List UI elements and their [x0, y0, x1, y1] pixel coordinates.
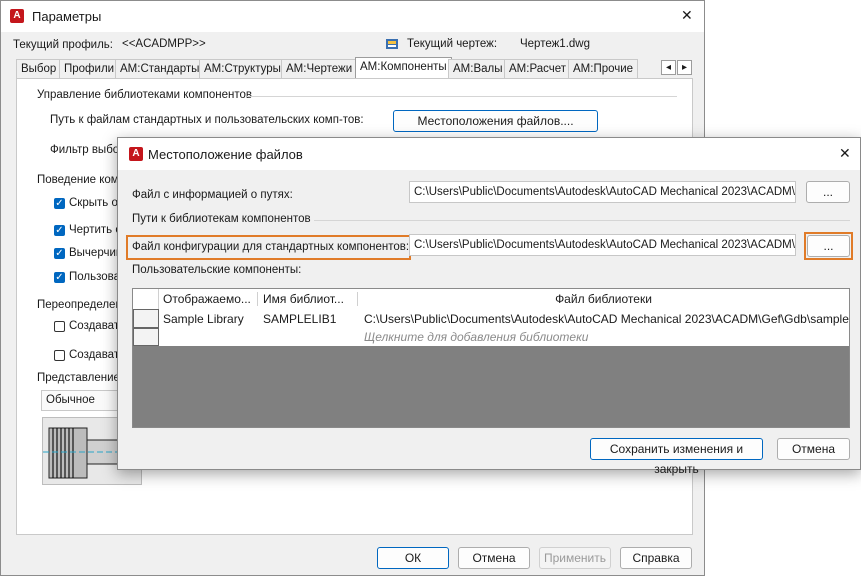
- apply-button[interactable]: Применить: [539, 547, 611, 569]
- representation-value: Обычное: [46, 394, 95, 406]
- tab-profiles[interactable]: Профили: [59, 59, 120, 78]
- override-checkbox-1[interactable]: [54, 321, 65, 332]
- behavior-checkbox-3[interactable]: ✓: [54, 248, 65, 259]
- override-option-2: Создават: [69, 349, 120, 361]
- std-config-label: Файл конфигурации для стандартных компон…: [132, 241, 410, 253]
- behavior-checkbox-4[interactable]: ✓: [54, 272, 65, 283]
- tab-am-shafts[interactable]: АМ:Валы: [448, 59, 508, 78]
- tab-am-other[interactable]: АМ:Прочие: [568, 59, 639, 78]
- current-profile-value: <<ACADMPP>>: [122, 38, 206, 50]
- dialog-title-bar: A Местоположение файлов ✕: [118, 138, 860, 170]
- path-info-browse-button[interactable]: ...: [806, 181, 850, 203]
- tab-scroll-left-icon[interactable]: ◂: [661, 60, 676, 75]
- filter-label: Фильтр выбо: [50, 144, 120, 156]
- behavior-checkbox-1[interactable]: ✓: [54, 198, 65, 209]
- dialog-title: Местоположение файлов: [148, 147, 303, 162]
- std-config-browse-button[interactable]: ...: [807, 235, 850, 257]
- cell-library-name[interactable]: SAMPLELIB1: [258, 312, 358, 326]
- override-option-1: Создават: [69, 320, 120, 332]
- title-bar: A Параметры ✕: [1, 1, 704, 32]
- std-config-field[interactable]: C:\Users\Public\Documents\Autodesk\AutoC…: [409, 234, 796, 256]
- file-locations-dialog: A Местоположение файлов ✕ Файл с информа…: [117, 137, 861, 476]
- tab-am-standards[interactable]: АМ:Стандарты: [115, 59, 205, 78]
- behavior-checkbox-2[interactable]: ✓: [54, 225, 65, 236]
- override-group: Переопределен: [37, 299, 122, 311]
- user-components-table: Отображаемо... Имя библиот... Файл библи…: [132, 288, 850, 428]
- tab-am-structures[interactable]: АМ:Структуры: [199, 59, 286, 78]
- tab-scroll-right-icon[interactable]: ▸: [677, 60, 692, 75]
- tab-am-calculation[interactable]: АМ:Расчет: [504, 59, 572, 78]
- close-icon[interactable]: ✕: [681, 7, 693, 24]
- behavior-option-3: Вычерчив: [69, 247, 122, 259]
- header-library-name[interactable]: Имя библиот...: [258, 292, 358, 306]
- ok-button[interactable]: ОК: [377, 547, 449, 569]
- paths-label: Путь к файлам стандартных и пользователь…: [50, 114, 364, 126]
- library-management-group: Управление библиотеками компонентов: [37, 89, 253, 101]
- row-selector[interactable]: [133, 309, 159, 328]
- representation-group: Представление: [37, 372, 120, 384]
- override-checkbox-2[interactable]: [54, 350, 65, 361]
- autocad-app-icon: A: [10, 9, 24, 23]
- path-info-field[interactable]: C:\Users\Public\Documents\Autodesk\AutoC…: [409, 181, 796, 203]
- save-and-close-button[interactable]: Сохранить изменения и закрыть: [590, 438, 763, 476]
- current-drawing-value: Чертеж1.dwg: [520, 38, 590, 50]
- path-info-label: Файл с информацией о путях:: [132, 189, 293, 201]
- header-display-name[interactable]: Отображаемо...: [159, 292, 258, 306]
- table-header: Отображаемо... Имя библиот... Файл библи…: [133, 289, 849, 310]
- group-divider: [247, 96, 677, 97]
- drawing-icon: [385, 37, 399, 51]
- cancel-button[interactable]: Отмена: [458, 547, 530, 569]
- dialog-cancel-button[interactable]: Отмена: [777, 438, 850, 460]
- cell-library-file[interactable]: C:\Users\Public\Documents\Autodesk\AutoC…: [358, 312, 849, 326]
- header-library-file[interactable]: Файл библиотеки: [358, 292, 849, 306]
- component-behavior-group: Поведение комп: [37, 174, 125, 186]
- add-library-hint[interactable]: Щелкните для добавления библиотеки: [364, 330, 844, 344]
- cell-display-name[interactable]: Sample Library: [159, 312, 258, 326]
- current-profile-label: Текущий профиль:: [13, 39, 113, 51]
- header-cell-selector: [133, 289, 159, 309]
- tab-am-drawings[interactable]: АМ:Чертежи: [281, 59, 358, 78]
- group-divider: [314, 220, 850, 221]
- window-title: Параметры: [32, 9, 102, 24]
- help-button[interactable]: Справка: [620, 547, 692, 569]
- behavior-option-2: Чертить с: [69, 224, 122, 236]
- tab-am-components[interactable]: АМ:Компоненты: [355, 57, 452, 79]
- autocad-app-icon: A: [129, 147, 143, 161]
- current-drawing-label: Текущий чертеж:: [407, 38, 498, 50]
- row-selector[interactable]: [133, 328, 159, 346]
- close-icon[interactable]: ✕: [839, 145, 851, 162]
- user-components-label: Пользовательские компоненты:: [132, 264, 302, 276]
- component-paths-group: Пути к библиотекам компонентов: [132, 213, 311, 225]
- file-locations-button[interactable]: Местоположения файлов....: [393, 110, 598, 132]
- representation-select[interactable]: Обычное: [41, 390, 121, 411]
- tab-selection[interactable]: Выбор: [16, 59, 62, 78]
- table-row[interactable]: Sample Library SAMPLELIB1 C:\Users\Publi…: [133, 309, 849, 329]
- add-library-row[interactable]: Щелкните для добавления библиотеки: [133, 328, 849, 346]
